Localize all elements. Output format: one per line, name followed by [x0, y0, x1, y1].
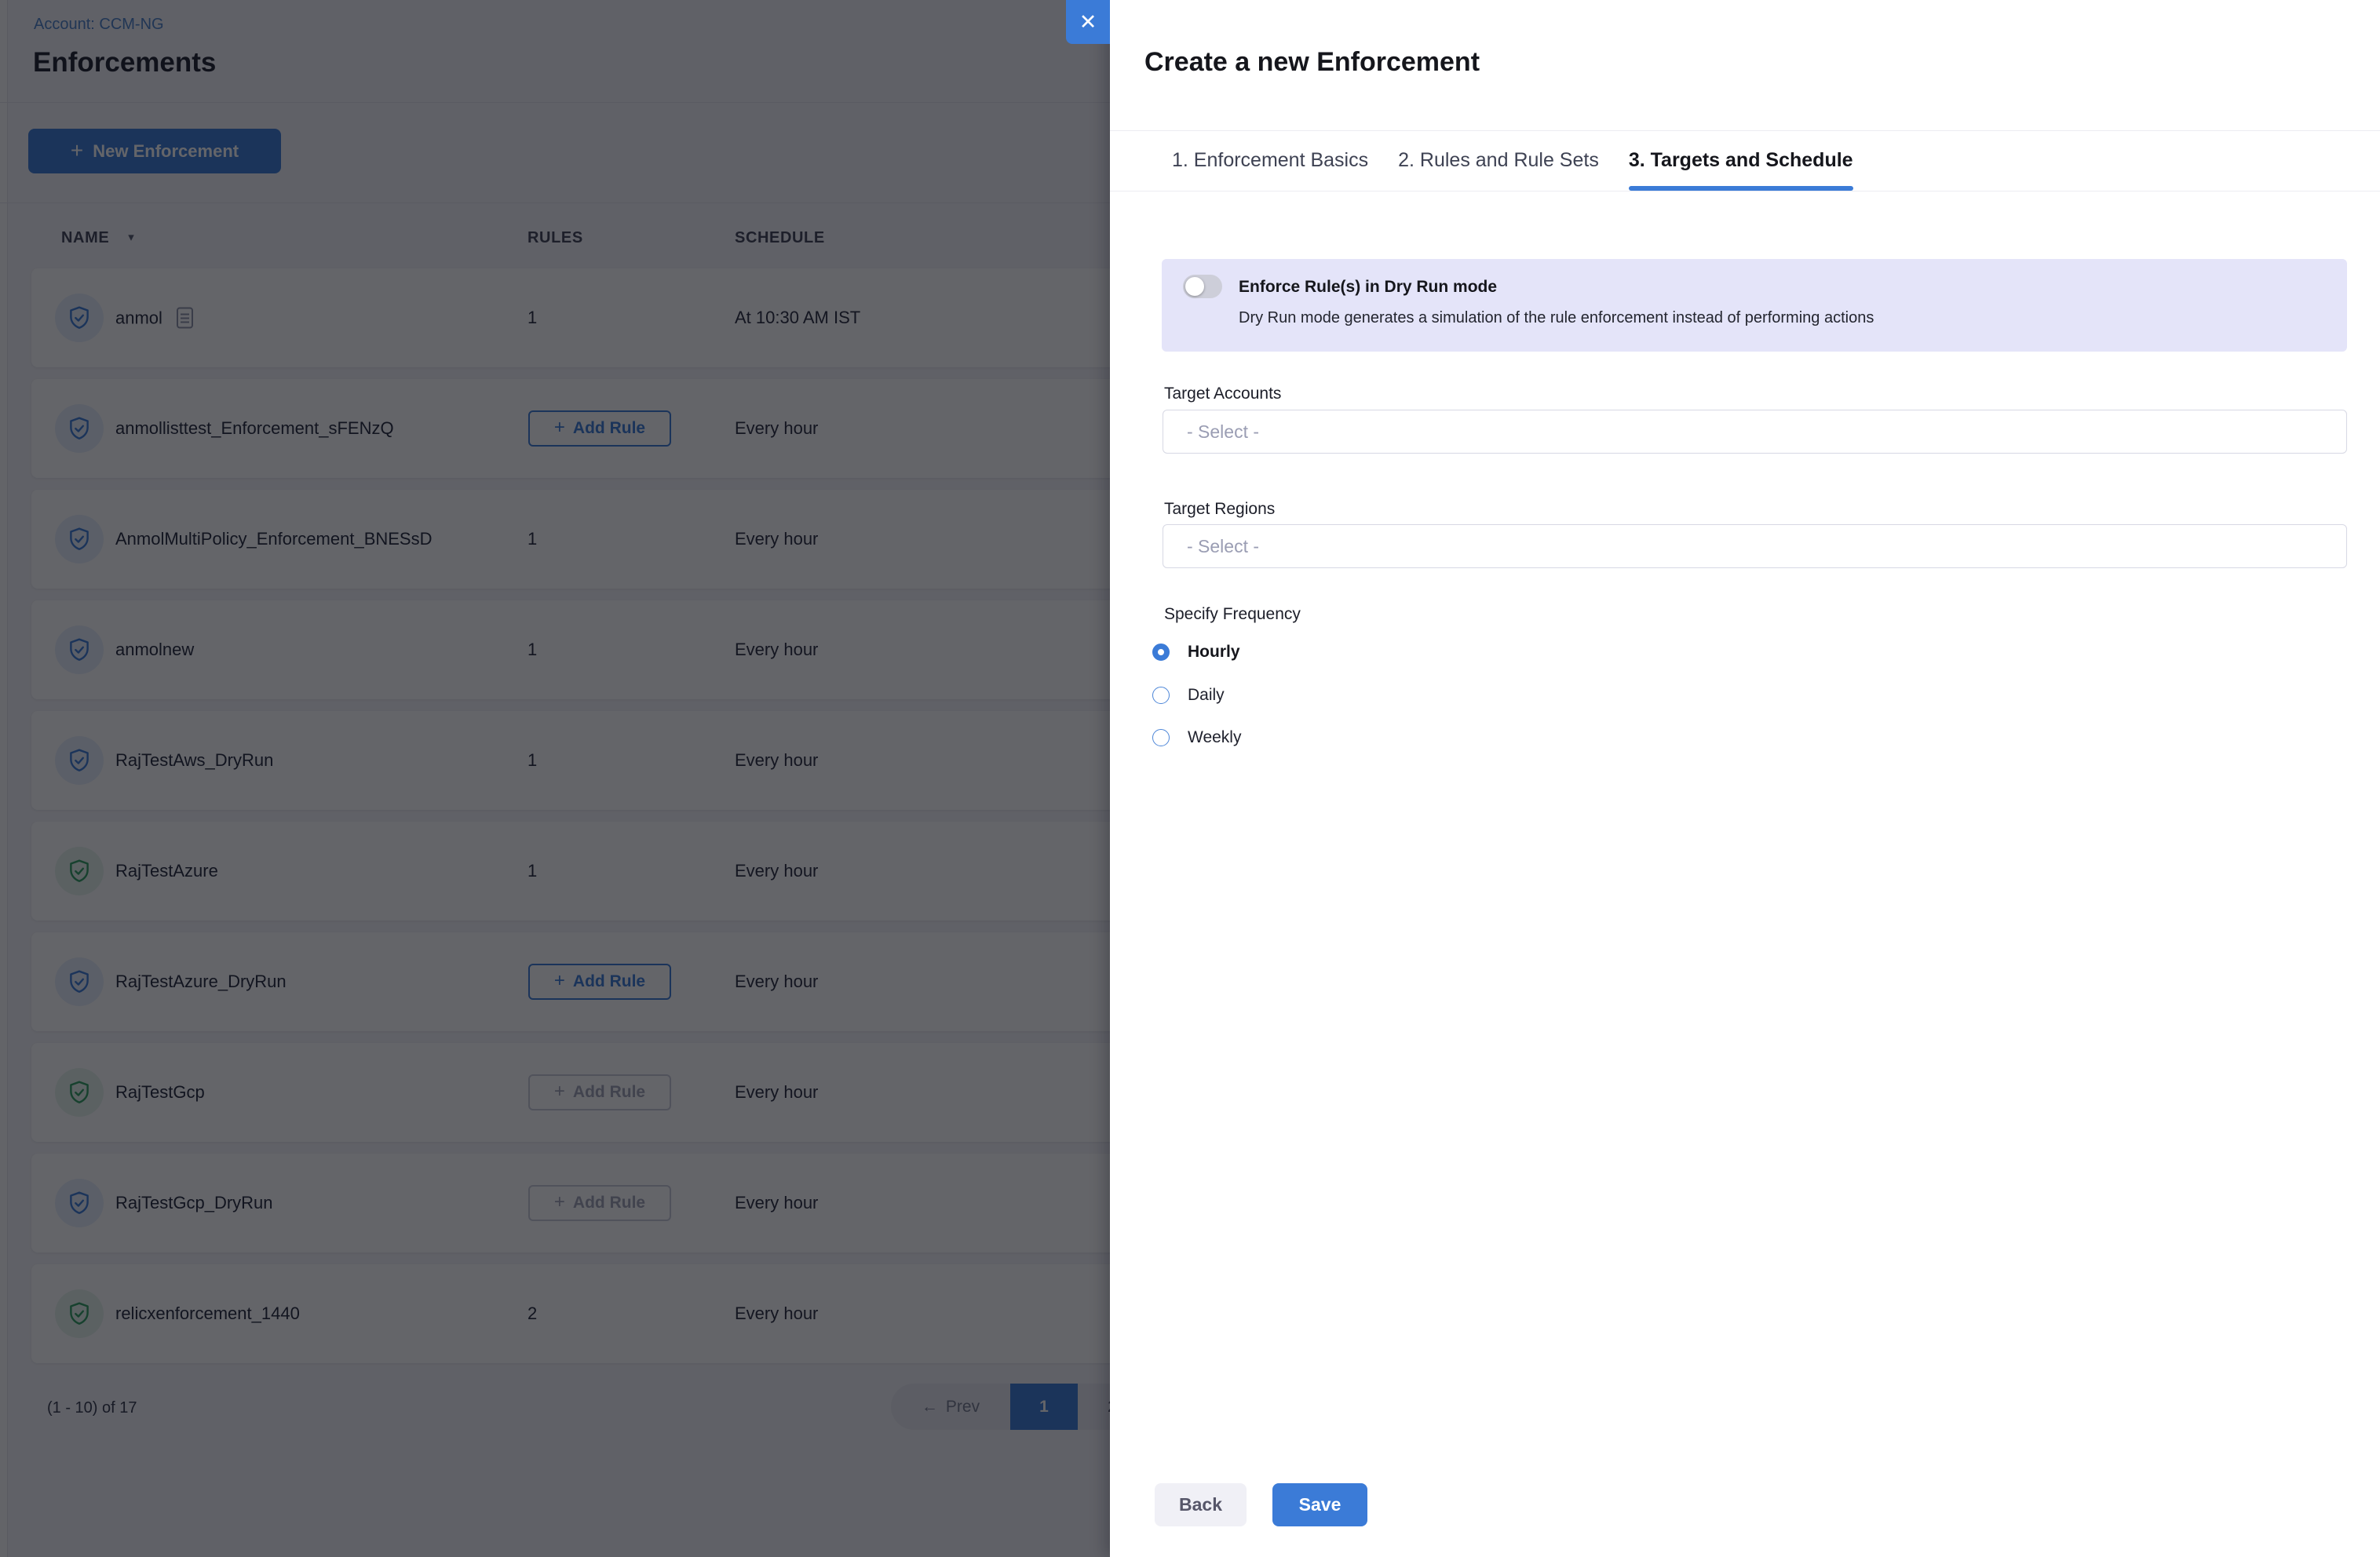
close-icon: ✕ — [1079, 10, 1097, 35]
toggle-knob — [1185, 277, 1204, 296]
radio-button-icon[interactable] — [1152, 729, 1170, 746]
screen: Account: CCM-NG Enforcements + New Enfor… — [0, 0, 2380, 1557]
modal-backdrop[interactable] — [0, 0, 1110, 1557]
radio-daily[interactable]: Daily — [1152, 684, 1225, 706]
tab-enforcement-basics[interactable]: 1. Enforcement Basics — [1172, 130, 1368, 191]
tab-targets-and-schedule[interactable]: 3. Targets and Schedule — [1629, 130, 1853, 191]
frequency-label: Specify Frequency — [1164, 605, 1301, 624]
dry-run-toggle[interactable] — [1183, 275, 1222, 298]
radio-label: Hourly — [1188, 643, 1240, 662]
radio-label: Weekly — [1188, 728, 1241, 747]
wizard-tabs: 1. Enforcement Basics 2. Rules and Rule … — [1110, 130, 2380, 191]
back-button[interactable]: Back — [1155, 1483, 1247, 1526]
radio-button-icon[interactable] — [1152, 644, 1170, 661]
save-button[interactable]: Save — [1272, 1483, 1367, 1526]
radio-button-icon[interactable] — [1152, 687, 1170, 704]
create-enforcement-drawer: ✕ Create a new Enforcement 1. Enforcemen… — [1110, 0, 2380, 1557]
radio-label: Daily — [1188, 686, 1225, 705]
tab-rules-and-rule-sets[interactable]: 2. Rules and Rule Sets — [1398, 130, 1599, 191]
radio-weekly[interactable]: Weekly — [1152, 727, 1241, 749]
target-regions-select[interactable]: - Select - — [1163, 524, 2347, 568]
target-accounts-select[interactable]: - Select - — [1163, 410, 2347, 454]
dry-run-panel: Enforce Rule(s) in Dry Run mode Dry Run … — [1162, 259, 2347, 352]
drawer-title: Create a new Enforcement — [1144, 47, 1480, 78]
dry-run-title: Enforce Rule(s) in Dry Run mode — [1239, 278, 1497, 297]
target-accounts-placeholder: - Select - — [1187, 421, 1259, 443]
close-drawer-button[interactable]: ✕ — [1066, 0, 1110, 44]
dry-run-description: Dry Run mode generates a simulation of t… — [1239, 309, 1874, 327]
target-accounts-label: Target Accounts — [1164, 385, 1281, 403]
target-regions-label: Target Regions — [1164, 500, 1275, 519]
target-regions-placeholder: - Select - — [1187, 536, 1259, 557]
radio-hourly[interactable]: Hourly — [1152, 641, 1240, 663]
